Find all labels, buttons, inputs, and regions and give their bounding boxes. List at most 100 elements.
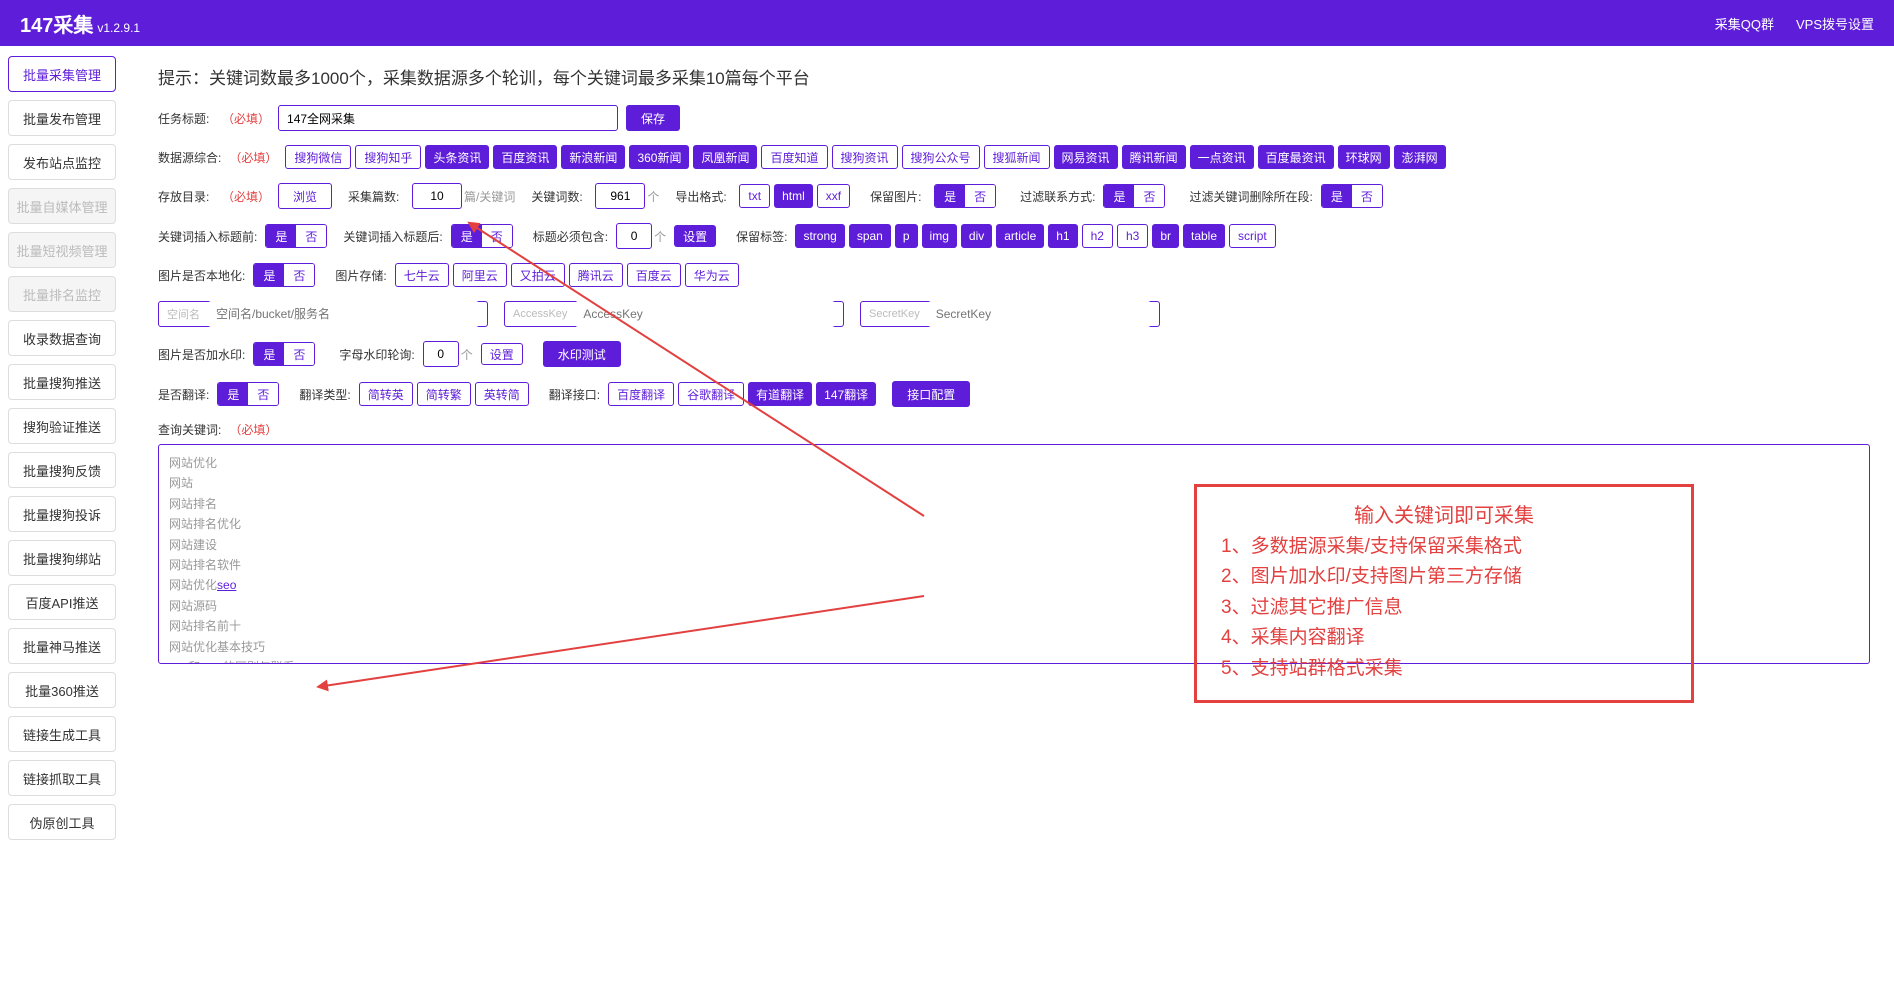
sidebar-item-8[interactable]: 搜狗验证推送 bbox=[8, 408, 116, 444]
label-filter-kw-para: 过滤关键词删除所在段: bbox=[1189, 188, 1312, 205]
save-button[interactable]: 保存 bbox=[626, 105, 680, 131]
label-trans-api: 翻译接口: bbox=[549, 386, 600, 403]
source-tag-4[interactable]: 新浪新闻 bbox=[561, 145, 625, 169]
source-tag-11[interactable]: 网易资讯 bbox=[1054, 145, 1118, 169]
label-source: 数据源综合: bbox=[158, 149, 221, 166]
topbar: 147采集v1.2.9.1 采集QQ群 VPS拨号设置 bbox=[0, 0, 1894, 46]
sidebar-item-2[interactable]: 发布站点监控 bbox=[8, 144, 116, 180]
img-store-tag-1[interactable]: 阿里云 bbox=[453, 263, 507, 287]
source-tag-16[interactable]: 澎湃网 bbox=[1394, 145, 1446, 169]
ak-prefix: AccessKey bbox=[513, 308, 567, 320]
required-mark: （必填） bbox=[229, 421, 277, 438]
trans-api-tag-1[interactable]: 谷歌翻译 bbox=[678, 382, 744, 406]
keep-tag-10[interactable]: table bbox=[1183, 224, 1225, 248]
trans-api-tag-2[interactable]: 有道翻译 bbox=[748, 382, 812, 406]
source-tag-6[interactable]: 凤凰新闻 bbox=[693, 145, 757, 169]
sidebar-item-12[interactable]: 百度API推送 bbox=[8, 584, 116, 620]
source-tag-3[interactable]: 百度资讯 bbox=[493, 145, 557, 169]
space-input[interactable] bbox=[208, 301, 479, 327]
img-store-tag-4[interactable]: 百度云 bbox=[627, 263, 681, 287]
sidebar-item-9[interactable]: 批量搜狗反馈 bbox=[8, 452, 116, 488]
annotation-line: 3、过滤其它推广信息 bbox=[1221, 593, 1667, 623]
title-must-input[interactable] bbox=[616, 223, 652, 249]
img-store-tag-5[interactable]: 华为云 bbox=[685, 263, 739, 287]
trans-api-tag-3[interactable]: 147翻译 bbox=[816, 382, 876, 406]
img-store-tag-3[interactable]: 腾讯云 bbox=[569, 263, 623, 287]
sidebar-item-10[interactable]: 批量搜狗投诉 bbox=[8, 496, 116, 532]
toggle-img-wm[interactable]: 是否 bbox=[253, 342, 315, 366]
sidebar-item-17[interactable]: 伪原创工具 bbox=[8, 804, 116, 840]
keep-tag-11[interactable]: script bbox=[1229, 224, 1276, 248]
toggle-keep-img[interactable]: 是否 bbox=[934, 184, 996, 208]
sidebar-item-15[interactable]: 链接生成工具 bbox=[8, 716, 116, 752]
source-tag-15[interactable]: 环球网 bbox=[1338, 145, 1390, 169]
source-tag-8[interactable]: 搜狗资讯 bbox=[832, 145, 898, 169]
wm-set-button[interactable]: 设置 bbox=[481, 343, 523, 365]
toggle-filter-contact[interactable]: 是否 bbox=[1103, 184, 1165, 208]
secretkey-input[interactable] bbox=[928, 301, 1151, 327]
source-tag-14[interactable]: 百度最资讯 bbox=[1258, 145, 1334, 169]
source-tag-10[interactable]: 搜狐新闻 bbox=[984, 145, 1050, 169]
keep-tag-3[interactable]: img bbox=[922, 224, 957, 248]
keep-tag-1[interactable]: span bbox=[849, 224, 891, 248]
link-qq[interactable]: 采集QQ群 bbox=[1715, 14, 1774, 33]
collect-count-input[interactable] bbox=[412, 183, 462, 209]
keep-tag-8[interactable]: h3 bbox=[1117, 224, 1148, 248]
label-trans-type: 翻译类型: bbox=[299, 386, 350, 403]
toggle-kw-before[interactable]: 是否 bbox=[265, 224, 327, 248]
export-fmt-tag-0[interactable]: txt bbox=[739, 184, 770, 208]
sidebar-item-11[interactable]: 批量搜狗绑站 bbox=[8, 540, 116, 576]
source-tag-7[interactable]: 百度知道 bbox=[761, 145, 827, 169]
sidebar-item-14[interactable]: 批量360推送 bbox=[8, 672, 116, 708]
wm-rotate-input[interactable] bbox=[423, 341, 459, 367]
sidebar-item-5: 批量排名监控 bbox=[8, 276, 116, 312]
label-kw-after: 关键词插入标题后: bbox=[343, 228, 442, 245]
sidebar-item-16[interactable]: 链接抓取工具 bbox=[8, 760, 116, 796]
sidebar-item-1[interactable]: 批量发布管理 bbox=[8, 100, 116, 136]
sidebar-item-6[interactable]: 收录数据查询 bbox=[8, 320, 116, 356]
toggle-translate[interactable]: 是否 bbox=[217, 382, 279, 406]
wm-test-button[interactable]: 水印测试 bbox=[543, 341, 621, 367]
trans-type-tag-2[interactable]: 英转简 bbox=[475, 382, 529, 406]
api-config-button[interactable]: 接口配置 bbox=[892, 381, 970, 407]
toggle-img-local[interactable]: 是否 bbox=[253, 263, 315, 287]
keep-tag-9[interactable]: br bbox=[1152, 224, 1179, 248]
required-mark: （必填） bbox=[222, 188, 270, 205]
keep-tag-2[interactable]: p bbox=[895, 224, 918, 248]
source-tag-2[interactable]: 头条资讯 bbox=[425, 145, 489, 169]
sk-prefix: SecretKey bbox=[869, 308, 920, 320]
keep-tag-4[interactable]: div bbox=[961, 224, 992, 248]
trans-api-tag-0[interactable]: 百度翻译 bbox=[608, 382, 674, 406]
trans-type-tag-0[interactable]: 简转英 bbox=[359, 382, 413, 406]
keep-tag-5[interactable]: article bbox=[996, 224, 1044, 248]
sidebar-item-7[interactable]: 批量搜狗推送 bbox=[8, 364, 116, 400]
link-vps[interactable]: VPS拨号设置 bbox=[1796, 14, 1874, 33]
accesskey-input[interactable] bbox=[575, 301, 835, 327]
title-must-set-button[interactable]: 设置 bbox=[674, 225, 716, 247]
export-fmt-tag-2[interactable]: xxf bbox=[817, 184, 850, 208]
toggle-filter-kw-para[interactable]: 是否 bbox=[1321, 184, 1383, 208]
source-tag-13[interactable]: 一点资讯 bbox=[1190, 145, 1254, 169]
source-tag-12[interactable]: 腾讯新闻 bbox=[1122, 145, 1186, 169]
img-store-tag-0[interactable]: 七牛云 bbox=[395, 263, 449, 287]
source-tag-0[interactable]: 搜狗微信 bbox=[285, 145, 351, 169]
space-input-box: 空间名 bbox=[158, 301, 488, 327]
must-unit: 个 bbox=[654, 228, 666, 245]
img-store-tag-2[interactable]: 又拍云 bbox=[511, 263, 565, 287]
keep-tag-0[interactable]: strong bbox=[795, 224, 844, 248]
kw-unit: 个 bbox=[647, 188, 659, 205]
source-tag-1[interactable]: 搜狗知乎 bbox=[355, 145, 421, 169]
trans-type-tag-1[interactable]: 简转繁 bbox=[417, 382, 471, 406]
toggle-kw-after[interactable]: 是否 bbox=[451, 224, 513, 248]
sidebar-item-13[interactable]: 批量神马推送 bbox=[8, 628, 116, 664]
export-fmt-tag-1[interactable]: html bbox=[774, 184, 813, 208]
source-tag-5[interactable]: 360新闻 bbox=[629, 145, 689, 169]
source-tag-9[interactable]: 搜狗公众号 bbox=[902, 145, 980, 169]
task-title-input[interactable] bbox=[278, 105, 618, 131]
keyword-count-input[interactable] bbox=[595, 183, 645, 209]
keep-tag-6[interactable]: h1 bbox=[1048, 224, 1077, 248]
browse-button[interactable]: 浏览 bbox=[278, 183, 332, 209]
label-wm-rotate: 字母水印轮询: bbox=[339, 346, 414, 363]
sidebar-item-0[interactable]: 批量采集管理 bbox=[8, 56, 116, 92]
keep-tag-7[interactable]: h2 bbox=[1082, 224, 1113, 248]
